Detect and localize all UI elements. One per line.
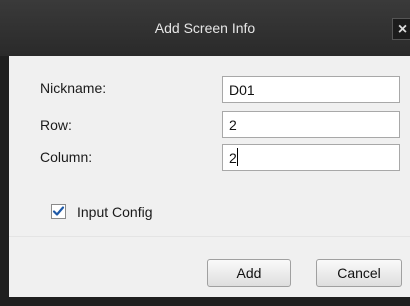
text-caret: [237, 148, 238, 166]
cancel-button[interactable]: Cancel: [316, 259, 402, 287]
column-label: Column:: [40, 149, 93, 165]
dialog-titlebar[interactable]: Add Screen Info ×: [0, 0, 410, 56]
input-config-checkbox[interactable]: [51, 204, 66, 219]
close-button[interactable]: ×: [392, 18, 410, 40]
row-label: Row:: [40, 117, 72, 133]
add-screen-info-dialog: Add Screen Info × Nickname: Row: Column:…: [0, 0, 410, 306]
input-config-label[interactable]: Input Config: [77, 204, 153, 220]
column-field[interactable]: [222, 144, 400, 171]
button-area-divider: [9, 236, 410, 237]
nickname-label: Nickname:: [40, 80, 107, 96]
row-field[interactable]: [222, 111, 400, 138]
close-icon: ×: [397, 21, 408, 38]
nickname-field[interactable]: [222, 76, 400, 103]
dialog-title: Add Screen Info: [154, 20, 256, 36]
add-button[interactable]: Add: [207, 259, 291, 287]
dialog-body: Nickname: Row: Column: Input Config Add …: [9, 56, 410, 297]
checkmark-icon: [52, 206, 65, 216]
